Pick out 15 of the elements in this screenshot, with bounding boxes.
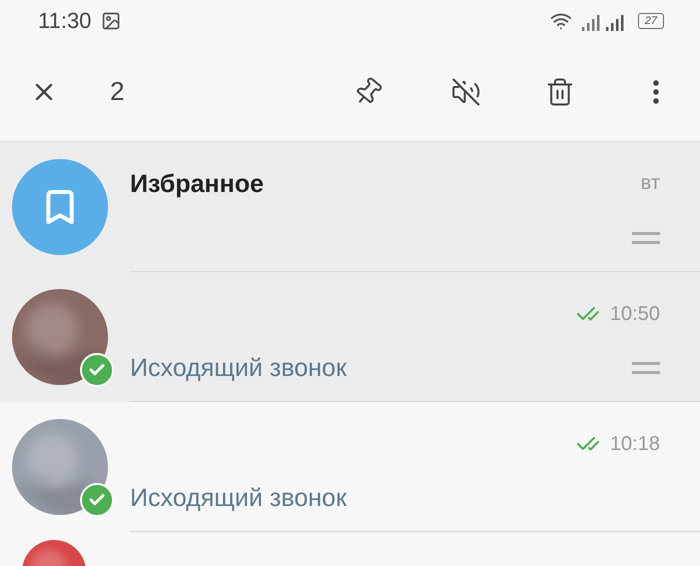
trash-icon [545,76,575,107]
chat-row[interactable]: Избранное вт [0,142,700,272]
chat-message: Исходящий звонок [130,354,348,382]
chat-title: Избранное [130,169,265,199]
speaker-off-icon [451,76,481,107]
chat-row[interactable]: 10:50 Исходящий звонок [0,272,700,402]
battery-indicator: 27 [638,13,664,30]
chat-time: 10:50 [610,302,660,326]
gallery-icon [101,11,122,32]
more-icon [653,80,659,104]
chat-time: 10:18 [610,432,660,456]
selected-count: 2 [110,76,124,108]
status-time: 11:30 [38,8,92,34]
chat-message: Исходящий звонок [130,484,348,512]
chat-time: вт [640,172,660,195]
